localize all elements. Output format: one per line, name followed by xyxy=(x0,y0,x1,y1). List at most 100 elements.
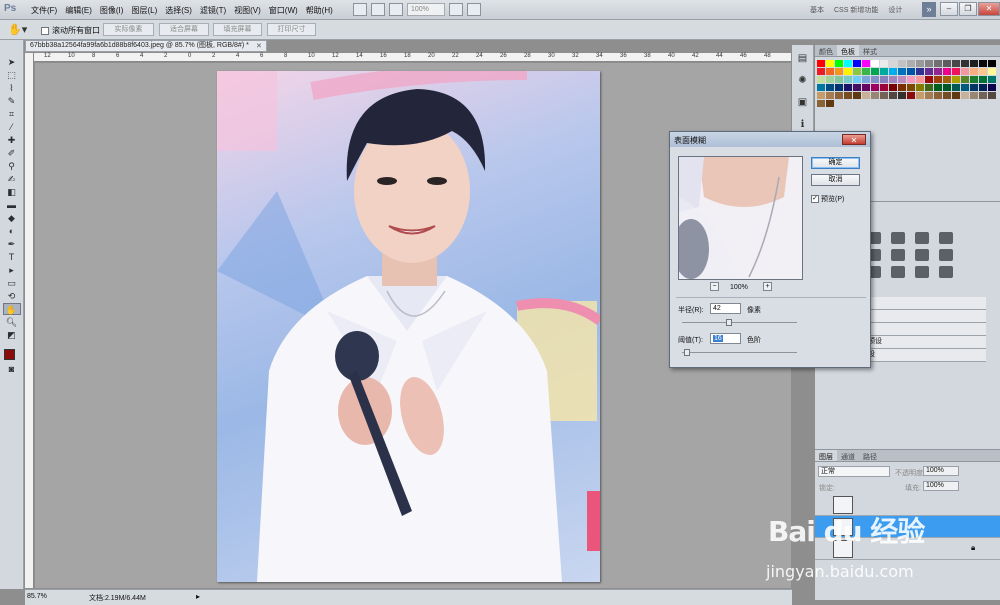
brush-tool-icon[interactable]: ✐ xyxy=(3,147,21,159)
color-swatch[interactable] xyxy=(943,84,951,91)
marquee-tool-icon[interactable]: ⬚ xyxy=(3,69,21,81)
move-tool-icon[interactable]: ➤ xyxy=(3,56,21,68)
bridge-icon[interactable] xyxy=(353,3,367,16)
color-swatch[interactable] xyxy=(952,92,960,99)
color-swatch[interactable] xyxy=(952,60,960,67)
menu-window[interactable]: 窗口(W) xyxy=(269,5,298,16)
color-swatch[interactable] xyxy=(979,92,987,99)
color-swatch[interactable] xyxy=(943,60,951,67)
color-swatch[interactable] xyxy=(826,92,834,99)
color-swatch[interactable] xyxy=(988,76,996,83)
color-swatch[interactable] xyxy=(880,76,888,83)
navigator-panel-icon[interactable]: ▣ xyxy=(796,97,810,111)
color-swatch[interactable] xyxy=(988,60,996,67)
radius-slider[interactable] xyxy=(682,319,797,326)
color-swatch[interactable] xyxy=(961,68,969,75)
swatches-grid[interactable] xyxy=(815,57,1000,110)
workspace-essentials[interactable]: 基本 xyxy=(810,5,824,15)
color-swatch[interactable] xyxy=(916,84,924,91)
threshold-icon[interactable] xyxy=(891,266,905,278)
color-swatch[interactable] xyxy=(907,84,915,91)
color-swatch[interactable] xyxy=(844,92,852,99)
color-swatch[interactable] xyxy=(817,76,825,83)
preview-option[interactable]: ✓ 预览(P) xyxy=(811,194,844,204)
color-swatch[interactable] xyxy=(961,60,969,67)
color-swatch[interactable] xyxy=(943,68,951,75)
threshold-input[interactable]: 16 xyxy=(710,333,741,344)
color-swatch[interactable] xyxy=(979,84,987,91)
color-swatch[interactable] xyxy=(988,84,996,91)
fill-screen-button[interactable]: 填充屏幕 xyxy=(213,23,262,36)
color-swatch[interactable] xyxy=(925,92,933,99)
close-icon[interactable]: ✕ xyxy=(978,2,1000,16)
color-swatch[interactable] xyxy=(871,60,879,67)
color-swatch[interactable] xyxy=(853,76,861,83)
radius-slider-thumb[interactable] xyxy=(726,319,732,326)
color-swatch[interactable] xyxy=(853,92,861,99)
color-swatch[interactable] xyxy=(898,68,906,75)
color-swatch[interactable] xyxy=(934,68,942,75)
color-swatch[interactable] xyxy=(889,60,897,67)
color-swatch[interactable] xyxy=(916,60,924,67)
color-swatch[interactable] xyxy=(844,76,852,83)
arrange-docs-icon[interactable] xyxy=(449,3,463,16)
menu-view[interactable]: 视图(V) xyxy=(234,5,261,16)
minimize-icon[interactable]: – xyxy=(940,2,958,16)
tab-color[interactable]: 颜色 xyxy=(815,45,837,56)
zoom-tool-icon[interactable]: 🔍︎ xyxy=(3,316,21,328)
color-swatch[interactable] xyxy=(916,92,924,99)
color-swatch[interactable] xyxy=(844,84,852,91)
lasso-tool-icon[interactable]: ⌇ xyxy=(3,82,21,94)
eyedropper-tool-icon[interactable]: ⁄ xyxy=(3,121,21,133)
color-swatch[interactable] xyxy=(835,92,843,99)
menu-image[interactable]: 图像(I) xyxy=(100,5,124,16)
type-tool-icon[interactable]: T xyxy=(3,251,21,263)
black-white-icon[interactable] xyxy=(891,249,905,261)
color-swatch[interactable] xyxy=(952,68,960,75)
color-swatch[interactable] xyxy=(880,60,888,67)
tab-close-icon[interactable]: ✕ xyxy=(256,42,262,50)
color-swatch[interactable] xyxy=(925,84,933,91)
color-swatch[interactable] xyxy=(844,68,852,75)
zoom-out-button[interactable]: − xyxy=(710,282,719,291)
color-swatch[interactable] xyxy=(970,84,978,91)
color-swatch[interactable] xyxy=(817,68,825,75)
color-swatch[interactable] xyxy=(889,84,897,91)
print-size-button[interactable]: 打印尺寸 xyxy=(267,23,316,36)
clone-stamp-icon[interactable]: ⚲ xyxy=(3,160,21,172)
color-swatch[interactable] xyxy=(970,60,978,67)
color-swatch[interactable] xyxy=(907,76,915,83)
fill-field[interactable]: 100% xyxy=(923,481,959,491)
tab-layers[interactable]: 图层 xyxy=(815,450,837,461)
color-swatch[interactable] xyxy=(853,60,861,67)
crop-tool-icon[interactable]: ⌗ xyxy=(3,108,21,120)
threshold-slider[interactable] xyxy=(682,349,797,356)
scroll-all-checkbox[interactable] xyxy=(41,26,49,35)
hand-tool-icon[interactable]: ✋ xyxy=(2,303,21,315)
tab-paths[interactable]: 路径 xyxy=(859,450,881,461)
color-swatch[interactable] xyxy=(916,76,924,83)
tab-styles[interactable]: 样式 xyxy=(859,45,881,56)
color-swatch[interactable] xyxy=(835,68,843,75)
menu-help[interactable]: 帮助(H) xyxy=(306,5,333,16)
color-swatch[interactable] xyxy=(817,84,825,91)
opacity-field[interactable]: 100% xyxy=(923,466,959,476)
color-swatch[interactable] xyxy=(952,76,960,83)
radius-input[interactable]: 42 xyxy=(710,303,741,314)
ok-button[interactable]: 确定 xyxy=(811,157,860,169)
color-swatch[interactable] xyxy=(826,100,834,107)
preview-checkbox[interactable]: ✓ xyxy=(811,195,819,203)
scroll-all-windows-option[interactable]: 滚动所有窗口 xyxy=(41,25,100,36)
workspace-css[interactable]: CSS 新增功能 xyxy=(834,5,878,15)
color-swatch[interactable] xyxy=(817,92,825,99)
quick-mask-icon[interactable]: ◙ xyxy=(3,363,21,375)
color-swatch[interactable] xyxy=(934,76,942,83)
color-swatch[interactable] xyxy=(889,92,897,99)
color-swatch[interactable] xyxy=(853,84,861,91)
color-swatch[interactable] xyxy=(907,60,915,67)
color-swatch[interactable] xyxy=(916,68,924,75)
color-swatch[interactable] xyxy=(961,84,969,91)
color-swatch[interactable] xyxy=(925,76,933,83)
fit-screen-button[interactable]: 适合屏幕 xyxy=(159,23,209,36)
menu-layer[interactable]: 图层(L) xyxy=(131,5,157,16)
